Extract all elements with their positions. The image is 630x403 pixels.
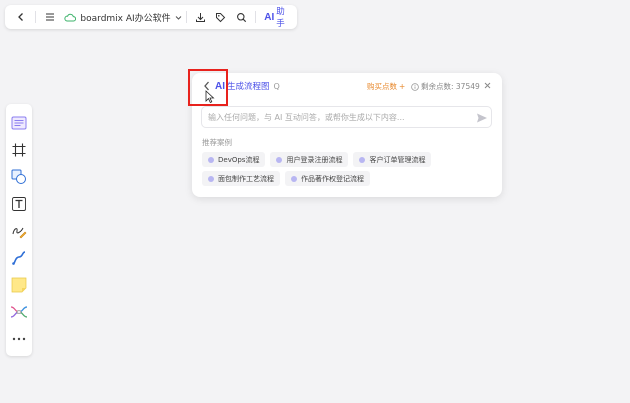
ai-flowchart-panel: AI 生成流程图 Q 购买点数 + 剩余点数: 37549 推荐案例 DevOp… [192,73,502,197]
remaining-points: 剩余点数: 37549 [411,81,480,92]
close-icon [484,82,490,88]
back-arrow-icon[interactable] [11,6,31,28]
chip-row: DevOps流程 用户登录注册流程 客户订单管理流程 [202,152,494,167]
ai-assistant-button[interactable]: AI 助手 [264,5,291,29]
close-button[interactable] [481,79,493,91]
ai-prompt-input[interactable] [208,110,468,124]
shape-icon[interactable] [8,163,30,190]
send-icon [477,113,487,123]
buy-points-label: 购买点数 [367,82,397,91]
sparkle-icon [208,156,214,163]
buy-points-link[interactable]: 购买点数 + [367,81,405,92]
panel-header: AI 生成流程图 Q 购买点数 + 剩余点数: 37549 [192,73,502,99]
ai-prompt-field[interactable] [201,106,492,128]
chip-label: 面包制作工艺流程 [218,174,274,183]
cursor-icon [205,90,215,104]
document-name-label: boardmix AI办公软件 [80,13,171,24]
recommended-cases: DevOps流程 用户登录注册流程 客户订单管理流程 面包制作工艺流程 作品著作… [202,152,494,190]
connector-icon[interactable] [8,244,30,271]
sparkle-icon [359,156,366,163]
case-chip-order-management[interactable]: 客户订单管理流程 [353,152,432,167]
case-chip-devops[interactable]: DevOps流程 [202,152,266,167]
ai-logo: AI [264,11,275,23]
case-chip-copyright[interactable]: 作品著作权登记流程 [285,171,370,186]
case-chip-user-login[interactable]: 用户登录注册流程 [270,152,349,167]
more-icon[interactable] [8,325,30,352]
plus-icon: + [399,82,406,91]
tag-icon[interactable] [211,6,231,28]
q-label: Q [273,81,280,91]
chip-label: DevOps流程 [218,155,260,164]
sparkle-icon [208,175,214,182]
chip-label: 作品著作权登记流程 [301,174,364,183]
send-button[interactable] [475,111,489,125]
chip-label: 客户订单管理流程 [369,155,426,164]
chip-row: 面包制作工艺流程 作品著作权登记流程 [202,171,494,186]
divider [185,11,187,23]
document-name[interactable]: boardmix AI办公软件 [64,11,182,24]
sparkle-icon [291,175,297,182]
case-chip-bread-making[interactable]: 面包制作工艺流程 [202,171,280,186]
left-toolbar [6,104,32,356]
recommended-cases-label: 推荐案例 [202,138,232,147]
chevron-down-icon [175,15,182,20]
ai-assistant-label: 助手 [276,7,285,29]
frame-icon[interactable] [8,136,30,163]
download-icon[interactable] [191,6,211,28]
chip-label: 用户登录注册流程 [286,155,343,164]
text-icon[interactable] [8,190,30,217]
ai-logo: AI [215,80,225,92]
search-icon[interactable] [231,6,251,28]
top-bar: boardmix AI办公软件 AI 助手 [5,5,297,29]
sparkle-icon [276,156,283,163]
pen-icon[interactable] [8,217,30,244]
panel-title-text: 生成流程图 [227,82,270,92]
divider [255,11,257,23]
mindmap-icon[interactable] [8,298,30,325]
sticky-note-icon[interactable] [8,271,30,298]
cloud-icon [64,13,77,21]
panel-title: AI 生成流程图 Q [215,80,280,93]
info-icon [411,82,419,91]
divider [35,11,37,23]
menu-icon[interactable] [40,6,60,28]
template-icon[interactable] [8,109,30,136]
remaining-points-label: 剩余点数: 37549 [421,82,480,91]
